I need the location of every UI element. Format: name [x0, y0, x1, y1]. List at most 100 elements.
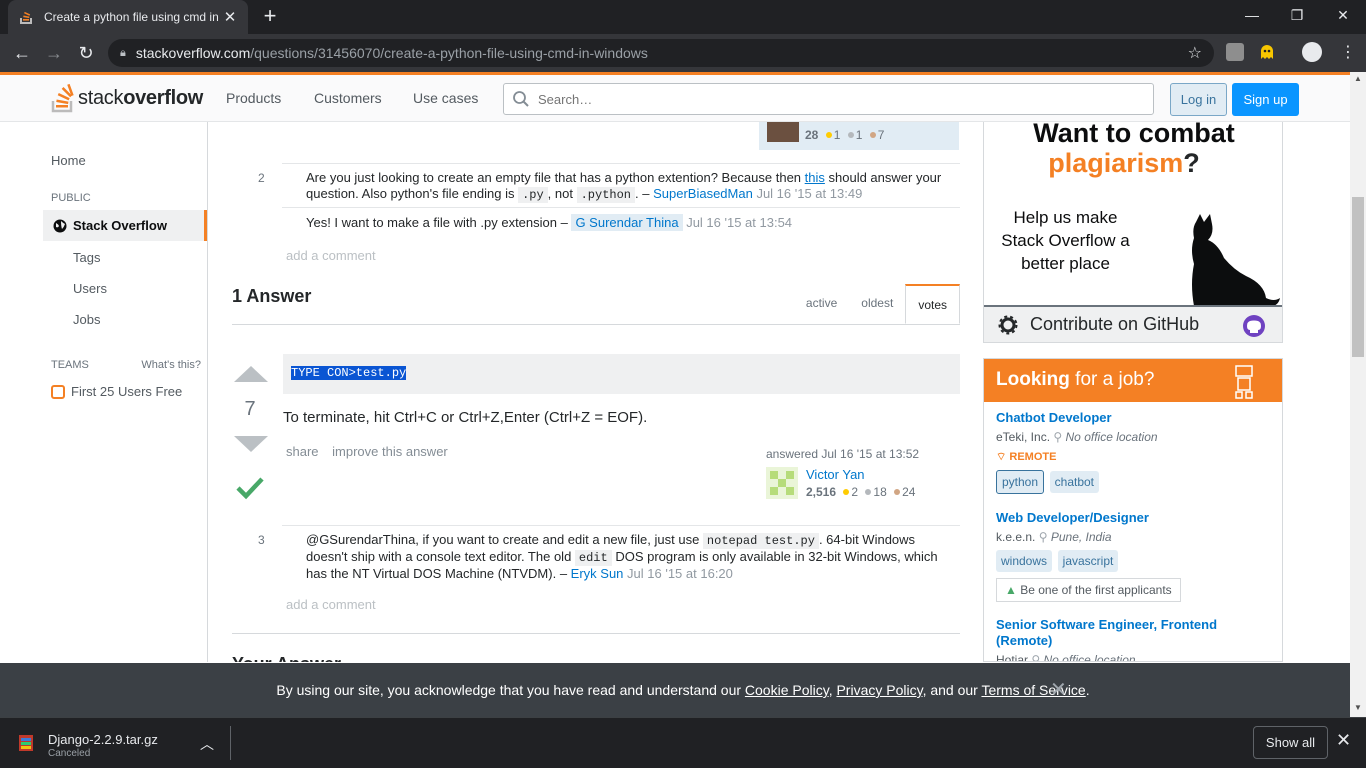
downvote-arrow-icon[interactable]	[234, 436, 268, 452]
job-title-link[interactable]: Senior Software Engineer, Frontend (Remo…	[996, 617, 1276, 649]
show-all-downloads-button[interactable]: Show all	[1253, 726, 1328, 759]
user-reputation: 28 1 1 7	[805, 128, 884, 142]
answer-user-link[interactable]: Victor Yan	[806, 467, 865, 482]
add-comment-link[interactable]: add a comment	[286, 248, 376, 263]
nav-use-cases[interactable]: Use cases	[413, 90, 478, 106]
silver-badge-icon	[865, 489, 872, 495]
nav-products[interactable]: Products	[226, 90, 281, 106]
close-window-button[interactable]: ✕	[1320, 0, 1366, 30]
tab-oldest[interactable]: oldest	[849, 284, 905, 324]
download-item[interactable]: Django-2.2.9.tar.gz Canceled ︿	[18, 730, 230, 760]
browser-tab[interactable]: Create a python file using cmd in ✕	[8, 0, 248, 34]
tag-javascript[interactable]: javascript	[1057, 550, 1119, 572]
location-pin-icon: ⚲	[1053, 430, 1063, 444]
sidebar-item-first-users-free[interactable]: First 25 Users Free	[51, 384, 182, 399]
whats-this-link[interactable]: What's this?	[141, 359, 201, 371]
ad-subtext: Help us make Stack Overflow a better pla…	[1001, 208, 1130, 273]
sidebar-item-tags[interactable]: Tags	[73, 250, 100, 265]
main-content: 28 1 1 7 2 Are you just looking to creat…	[232, 122, 960, 662]
sidebar-item-stack-overflow[interactable]: Stack Overflow	[43, 210, 207, 241]
comment-score: 2	[258, 171, 265, 185]
comment-user-link[interactable]: Eryk Sun	[571, 566, 624, 581]
cookie-text: By using our site, you acknowledge that …	[276, 682, 745, 698]
upvote-arrow-icon[interactable]	[234, 366, 268, 382]
comment-user-link[interactable]: SuperBiasedMan	[653, 186, 753, 201]
tab-active[interactable]: active	[794, 284, 849, 324]
browser-menu-icon[interactable]: ⋮	[1340, 42, 1356, 62]
tag-chatbot[interactable]: chatbot	[1049, 471, 1100, 493]
add-comment-link[interactable]: add a comment	[286, 597, 376, 612]
sidebar-item-label: First 25 Users Free	[71, 384, 183, 399]
divider	[232, 324, 960, 325]
comment-text: Are you just looking to create an empty …	[306, 170, 805, 185]
gold-badge-count: 1	[833, 128, 841, 142]
reload-icon[interactable]: ↻	[72, 39, 100, 67]
privacy-policy-link[interactable]: Privacy Policy	[836, 682, 922, 698]
signup-button[interactable]: Sign up	[1232, 83, 1299, 116]
browser-tab-strip: Create a python file using cmd in ✕ + — …	[0, 0, 1366, 34]
sidebar-item-home[interactable]: Home	[51, 153, 86, 168]
minimize-window-button[interactable]: —	[1229, 0, 1275, 30]
tab-close-icon[interactable]: ✕	[222, 8, 238, 26]
comment-date[interactable]: Jul 16 '15 at 16:20	[627, 566, 733, 581]
github-ad-banner[interactable]: Want to combat plagiarism? Help us make …	[983, 122, 1283, 343]
answer-post-menu: share improve this answer	[286, 444, 458, 459]
scroll-down-arrow-icon[interactable]: ▼	[1350, 703, 1366, 712]
avatar[interactable]	[766, 467, 798, 499]
tab-votes[interactable]: votes	[905, 284, 960, 324]
cookie-policy-link[interactable]: Cookie Policy	[745, 682, 829, 698]
gold-badge-count: 2	[851, 485, 859, 499]
improve-answer-link[interactable]: improve this answer	[332, 444, 448, 459]
so-topbar: stackoverflow Products Customers Use cas…	[0, 72, 1366, 122]
job-company: k.e.e.n. ⚲ Pune, India	[996, 530, 1276, 544]
site-search[interactable]	[503, 83, 1154, 115]
chevron-up-icon[interactable]: ︿	[200, 734, 214, 754]
bookmark-star-icon[interactable]: ☆	[1188, 43, 1202, 63]
nav-customers[interactable]: Customers	[314, 90, 382, 106]
scroll-up-arrow-icon[interactable]: ▲	[1350, 74, 1366, 83]
profile-avatar-icon[interactable]	[1302, 42, 1322, 62]
close-icon[interactable]: ✕	[1050, 663, 1067, 717]
robot-icon	[1235, 365, 1253, 399]
back-arrow-icon[interactable]: ←	[8, 39, 36, 67]
tag-python[interactable]: python	[996, 470, 1045, 494]
close-download-shelf-icon[interactable]: ✕	[1336, 730, 1351, 751]
job-company: eTeki, Inc. ⚲ No office location	[996, 430, 1276, 444]
scrollbar-thumb[interactable]	[1352, 197, 1364, 357]
tag-windows[interactable]: windows	[996, 550, 1053, 572]
extension-k-icon[interactable]	[1226, 43, 1244, 61]
new-tab-button[interactable]: +	[258, 4, 282, 28]
stackoverflow-logo[interactable]: stackoverflow	[50, 83, 203, 113]
sidebar-item-jobs[interactable]: Jobs	[73, 312, 100, 327]
search-input[interactable]	[538, 91, 1138, 107]
page-scrollbar[interactable]: ▲ ▼	[1350, 72, 1366, 717]
sidebar-section-public: PUBLIC	[51, 192, 91, 204]
comment-date[interactable]: Jul 16 '15 at 13:49	[756, 186, 862, 201]
extension-ghost-icon[interactable]	[1258, 43, 1276, 61]
divider	[230, 726, 231, 760]
job-title-link[interactable]: Web Developer/Designer	[996, 510, 1276, 526]
job-listing: Senior Software Engineer, Frontend (Remo…	[996, 617, 1276, 662]
jobs-header-bold: Looking	[996, 369, 1070, 390]
stackoverflow-favicon-icon	[20, 11, 32, 24]
sidebar-item-users[interactable]: Users	[73, 281, 107, 296]
share-link[interactable]: share	[286, 444, 319, 459]
answer-sort-tabs: active oldest votes	[794, 284, 960, 324]
job-title-link[interactable]: Chatbot Developer	[996, 410, 1276, 426]
forward-arrow-icon[interactable]: →	[40, 39, 68, 67]
comment-link[interactable]: this	[805, 170, 825, 185]
gold-badge-icon	[825, 132, 832, 138]
comment-date[interactable]: Jul 16 '15 at 13:54	[686, 215, 792, 230]
login-button[interactable]: Log in	[1170, 83, 1227, 116]
terms-of-service-link[interactable]: Terms of Service	[981, 682, 1085, 698]
address-bar[interactable]: 🔒︎ stackoverflow.com/questions/31456070/…	[108, 39, 1214, 67]
comment-user-link[interactable]: G Surendar Thina	[571, 214, 683, 231]
location-pin-icon: ⚲	[1031, 653, 1041, 662]
remote-label: REMOTE	[1009, 451, 1057, 463]
restore-window-button[interactable]: ❐	[1274, 0, 1320, 30]
avatar[interactable]	[767, 122, 799, 142]
reputation-score: 2,516	[806, 485, 837, 499]
browser-toolbar: ← → ↻ 🔒︎ stackoverflow.com/questions/314…	[0, 34, 1366, 72]
ad-highlight-word: plagiarism	[1048, 148, 1184, 178]
cookie-banner: By using our site, you acknowledge that …	[0, 663, 1366, 717]
